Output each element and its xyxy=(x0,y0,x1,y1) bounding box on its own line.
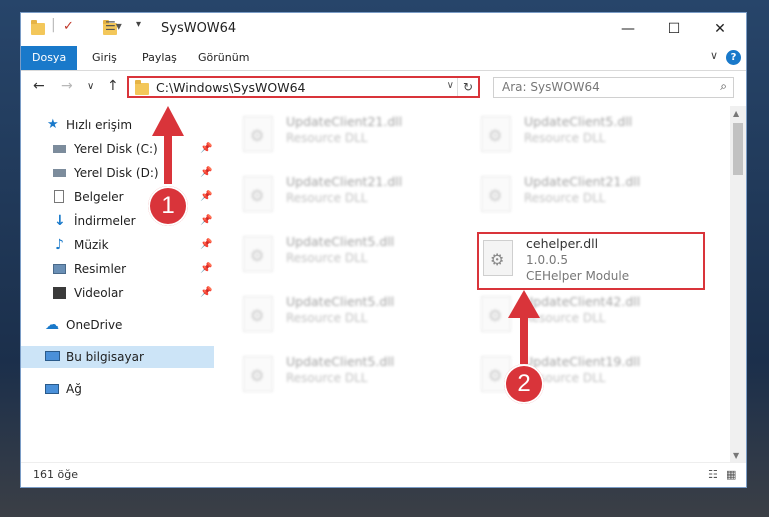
annotation-arrows xyxy=(152,106,540,364)
arrow-1-head xyxy=(152,106,184,136)
arrow-1-shaft xyxy=(164,132,172,184)
arrow-2-shaft xyxy=(520,314,528,364)
arrow-2-head xyxy=(508,290,540,318)
step-1-badge: 1 xyxy=(148,186,188,226)
step-2-badge: 2 xyxy=(504,364,544,404)
